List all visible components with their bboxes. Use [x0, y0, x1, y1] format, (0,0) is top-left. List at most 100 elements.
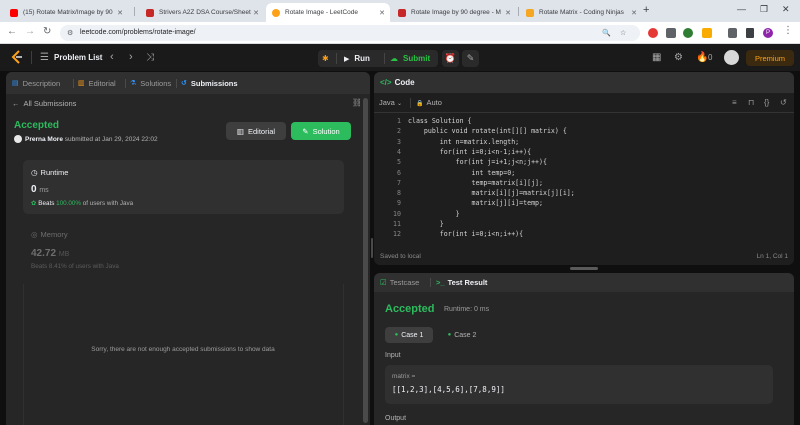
takeuforward-icon	[146, 8, 154, 17]
browser-tab[interactable]: Rotate Image by 90 degree - M ✕	[392, 3, 516, 22]
input-box[interactable]: matrix = [[1,2,3],[4,5,6],[7,8,9]]	[385, 365, 773, 404]
code-line: 10 }	[393, 209, 460, 218]
sidepanel-icon[interactable]	[746, 28, 754, 38]
next-problem-icon[interactable]: ›	[129, 51, 133, 63]
solution-button[interactable]: ✎ Solution	[291, 122, 351, 140]
code-line: 5 for(int j=i+1;j<n;j++){	[397, 158, 547, 167]
takeuforward-icon	[398, 8, 406, 17]
tab-testcase[interactable]: ☑ Testcase	[380, 278, 419, 287]
solutions-flask-icon: ⚗	[130, 80, 137, 87]
maximize-button[interactable]: ❐	[760, 4, 768, 15]
extension-icon[interactable]	[648, 28, 658, 38]
extension-icon[interactable]	[683, 28, 693, 38]
browser-tab-title: Rotate Matrix - Coding Ninjas	[539, 9, 624, 16]
site-info-icon[interactable]: ⚙	[67, 29, 73, 37]
debug-icon[interactable]: ✱	[322, 50, 329, 67]
profile-avatar[interactable]: P	[763, 28, 773, 38]
bookmark-star-icon[interactable]: ☆	[620, 29, 626, 37]
code-line: 7 temp=matrix[i][j];	[397, 178, 543, 187]
empty-message: Sorry, there are not enough accepted sub…	[91, 346, 275, 353]
minimize-button[interactable]: —	[737, 4, 746, 14]
close-tab-icon[interactable]: ✕	[631, 9, 637, 17]
runtime-label: ◷ Runtime	[31, 168, 69, 177]
tab-solutions[interactable]: ⚗ Solutions	[130, 72, 171, 94]
close-window-button[interactable]: ✕	[782, 4, 790, 15]
all-submissions-link[interactable]: ← All Submissions	[12, 99, 76, 108]
tab-description[interactable]: ▤ Description	[12, 72, 60, 94]
username[interactable]: Prerna More	[25, 136, 63, 143]
runtime-card[interactable]: ◷ Runtime 0 ms ✿ Beats 100.00% of users wi…	[23, 160, 344, 214]
browser-tab[interactable]: Rotate Matrix - Coding Ninjas ✕	[520, 3, 642, 22]
extension-icon[interactable]	[666, 28, 676, 38]
clock-icon: ◷	[31, 168, 38, 177]
case-1-tab[interactable]: ● Case 1	[385, 327, 433, 343]
language-select[interactable]: Java ⌄	[379, 98, 402, 107]
extension-icon[interactable]	[702, 28, 712, 38]
submission-meta: Prerna More submitted at Jan 29, 2024 22…	[14, 135, 158, 143]
test-panel: ☑ Testcase >_ Test Result Accepted Runtime…	[374, 273, 794, 425]
forward-arrow-icon[interactable]: →	[25, 27, 35, 37]
notes-icon[interactable]: ✎	[462, 50, 479, 67]
runtime-value: 0 ms	[31, 184, 49, 195]
bookmark-icon[interactable]: ⊓	[748, 98, 754, 107]
submission-status: Accepted	[14, 120, 60, 131]
horizontal-resize-handle[interactable]	[374, 265, 794, 273]
reload-icon[interactable]: ↻	[43, 27, 51, 37]
close-tab-icon[interactable]: ✕	[253, 9, 259, 17]
browser-tab[interactable]: Strivers A2Z DSA Course/Sheet ✕	[140, 3, 264, 22]
address-bar[interactable]: ⚙ leetcode.com/problems/rotate-image/ 🔍 …	[60, 25, 640, 41]
memory-chip-icon: ◎	[31, 230, 38, 239]
zoom-icon[interactable]: 🔍	[602, 29, 611, 37]
shuffle-icon[interactable]: ⤨	[146, 52, 154, 63]
braces-icon[interactable]: {}	[764, 98, 769, 107]
problem-list-link[interactable]: Problem List	[54, 53, 102, 62]
browser-tab-title: (15) Rotate Matrix/Image by 90	[23, 9, 113, 16]
editorial-button[interactable]: ▥ Editorial	[226, 122, 286, 140]
browser-tab[interactable]: (15) Rotate Matrix/Image by 90 ✕	[4, 3, 128, 22]
user-avatar[interactable]	[724, 50, 739, 65]
close-tab-icon[interactable]: ✕	[379, 9, 385, 17]
auto-mode-toggle[interactable]: 🔒 Auto	[416, 98, 442, 107]
close-tab-icon[interactable]: ✕	[117, 9, 123, 17]
code-line: 12 for(int i=0;i<n;i++){	[393, 230, 524, 239]
user-avatar	[14, 135, 22, 143]
new-tab-button[interactable]: +	[643, 4, 649, 16]
youtube-icon	[10, 8, 18, 17]
run-button[interactable]: ▶ Run	[344, 50, 370, 67]
case-2-tab[interactable]: ● Case 2	[438, 327, 486, 343]
scrollbar-thumb[interactable]	[363, 98, 368, 423]
checkbox-icon: ☑	[380, 278, 387, 287]
test-tabs: ☑ Testcase >_ Test Result	[374, 273, 794, 292]
reset-icon[interactable]: ↺	[780, 98, 787, 107]
description-icon: ▤	[12, 80, 19, 87]
submit-button[interactable]: ☁ Submit	[390, 50, 430, 67]
panel-resize-handle[interactable]	[371, 238, 373, 258]
browser-tab-active[interactable]: Rotate Image - LeetCode ✕	[266, 3, 390, 22]
timer-icon[interactable]: ⏰	[442, 50, 459, 67]
format-lines-icon[interactable]: ≡	[732, 98, 737, 107]
close-tab-icon[interactable]: ✕	[505, 9, 511, 17]
code-line: 8 matrix[i][j]=matrix[j][i];	[397, 189, 575, 198]
saved-status: Saved to local	[380, 253, 421, 260]
layout-icon[interactable]: ▦	[652, 52, 661, 63]
premium-button[interactable]: Premium	[746, 50, 794, 66]
test-status: Accepted	[385, 303, 435, 315]
memory-label[interactable]: ◎ Memory	[31, 230, 68, 239]
tab-submissions[interactable]: ↺ Submissions	[181, 72, 238, 94]
terminal-icon: >_	[436, 278, 445, 287]
tab-test-result[interactable]: >_ Test Result	[436, 278, 487, 287]
chrome-menu-icon[interactable]: ⋮	[783, 26, 793, 36]
left-tabs: ▤ Description ▥ Editorial ⚗ Solutions ↺ Subm…	[6, 72, 370, 94]
puzzle-icon[interactable]	[728, 28, 737, 38]
tab-editorial[interactable]: ▥ Editorial	[78, 72, 116, 94]
code-line: 9 matrix[j][i]=temp;	[397, 199, 543, 208]
prev-problem-icon[interactable]: ‹	[110, 51, 114, 63]
back-arrow-icon[interactable]: ←	[7, 27, 17, 37]
lock-icon: 🔒	[416, 101, 424, 107]
streak-fire-icon[interactable]: 🔥	[696, 52, 708, 63]
leetcode-logo-icon[interactable]	[10, 50, 23, 65]
settings-gear-icon[interactable]: ⚙	[674, 52, 683, 63]
beats-icon: ✿	[31, 200, 37, 207]
code-editor[interactable]: 1 class Solution { 2 public void rotate(i…	[374, 114, 794, 244]
list-icon[interactable]: ☰	[40, 52, 49, 63]
